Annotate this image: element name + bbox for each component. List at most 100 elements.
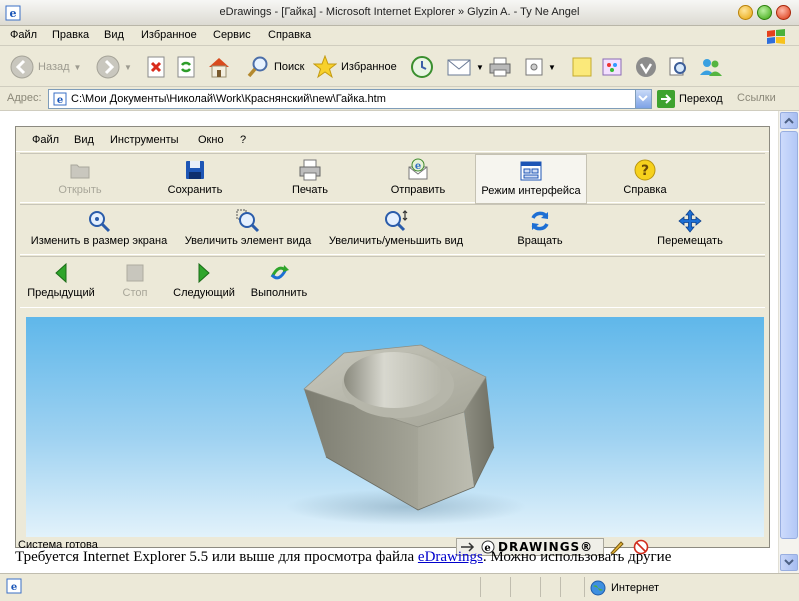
ed-stop-button[interactable]: Стоп [108,257,162,307]
ed-menu-window[interactable]: Окно [198,134,224,146]
maximize-button[interactable] [757,5,772,20]
ed-menu-view[interactable]: Вид [74,134,94,146]
history-button[interactable] [410,53,434,81]
interface-mode-icon [520,161,542,181]
search-button[interactable]: Поиск [246,53,304,81]
ed-open-button[interactable]: Открыть [40,154,120,204]
menu-bar: Файл Правка Вид Избранное Сервис Справка [0,26,799,46]
previous-icon [55,262,67,284]
address-url: C:\Мои Документы\Николай\Work\Краснянски… [71,93,386,105]
address-input[interactable]: e C:\Мои Документы\Николай\Work\Краснянс… [48,89,652,109]
edrawings-menu-bar: Файл Вид Инструменты Окно ? [16,127,769,152]
chevron-down-icon [638,95,648,102]
close-button[interactable] [776,5,791,20]
move-arrows-icon [678,209,702,233]
ed-menu-tools[interactable]: Инструменты [110,134,179,146]
windows-logo-icon [767,29,785,44]
chevron-up-icon [784,117,794,124]
users-icon [700,59,722,76]
menu-help[interactable]: Справка [268,29,311,41]
title-bar: e eDrawings - [Гайка] - Microsoft Intern… [0,0,799,26]
ed-print-button[interactable]: Печать [270,154,350,204]
mail-button[interactable]: ▼ [446,53,484,81]
menu-view[interactable]: Вид [104,29,124,41]
ed-zoom-area-button[interactable]: Увеличить элемент вида [178,205,318,255]
hex-nut-model [286,344,526,525]
address-bar: Адрес: e C:\Мои Документы\Николай\Work\К… [0,87,799,111]
note-icon [572,57,592,77]
ed-menu-file[interactable]: Файл [32,134,59,146]
chevron-down-icon: ▼ [73,62,82,72]
ed-next-button[interactable]: Следующий [170,257,238,307]
svg-text:e: e [11,582,17,593]
home-icon [209,58,229,78]
next-icon [198,262,210,284]
palette-icon [602,58,622,76]
menu-tools[interactable]: Сервис [213,29,251,41]
minimize-button[interactable] [738,5,753,20]
mail-icon [447,59,471,76]
address-label: Адрес: [7,92,42,104]
svg-text:e: e [57,95,63,106]
svg-text:?: ? [641,163,649,179]
home-button[interactable] [207,53,231,81]
edit-button[interactable]: ▼ [524,53,556,81]
page-viewport: Файл Вид Инструменты Окно ? Открыть Сохр… [0,111,799,573]
window-title: eDrawings - [Гайка] - Microsoft Internet… [219,6,580,18]
refresh-button[interactable] [176,53,196,81]
stop-icon [126,264,144,282]
tools-button[interactable] [666,53,690,81]
ed-help-button[interactable]: ? Справка [605,154,685,204]
model-viewport[interactable] [26,317,764,537]
ed-save-button[interactable]: Сохранить [150,154,240,204]
menu-file[interactable]: Файл [10,29,37,41]
research-button[interactable] [634,53,658,81]
ed-menu-help[interactable]: ? [240,134,246,146]
ed-previous-button[interactable]: Предыдущий [24,257,98,307]
play-loop-icon [270,265,289,280]
search-icon [247,56,268,78]
stop-icon [147,56,165,78]
chevron-down-icon: ▼ [476,62,484,72]
ed-interface-mode-button[interactable]: Режим интерфейса [475,154,587,204]
ed-toolbar-animation: Предыдущий Стоп Следующий Выполнить [20,256,765,308]
chevron-down-icon [784,559,794,566]
ed-send-button[interactable]: e Отправить [378,154,458,204]
scroll-down-button[interactable] [780,554,798,571]
menu-favorites[interactable]: Избранное [141,29,197,41]
favorites-button[interactable]: Избранное [313,53,397,81]
edrawings-link[interactable]: eDrawings [418,549,483,565]
back-button[interactable]: Назад ▼ [10,53,81,81]
ed-pan-button[interactable]: Перемещать [640,205,740,255]
ed-zoom-in-out-button[interactable]: Увеличить/уменьшить вид [324,205,468,255]
go-button[interactable]: Переход [657,90,723,108]
zoom-area-icon [236,209,260,233]
stop-button[interactable] [146,53,166,81]
print-button[interactable] [488,53,512,81]
refresh-icon [177,56,195,78]
scroll-up-button[interactable] [780,112,798,129]
zoom-in-out-icon [385,210,408,232]
floppy-disk-icon [186,161,204,179]
scroll-thumb[interactable] [780,131,798,539]
chevron-down-icon: ▼ [124,62,132,72]
magnifier-doc-icon [669,57,686,76]
security-zone: Интернет [590,580,659,596]
forward-button[interactable]: ▼ [96,53,132,81]
page-icon: e [53,92,67,106]
contacts-button[interactable] [698,53,724,81]
printer-icon [299,159,321,181]
address-dropdown-button[interactable] [635,90,651,108]
edrawings-control: Файл Вид Инструменты Окно ? Открыть Сохр… [15,126,770,556]
ed-zoom-fit-button[interactable]: Изменить в размер экрана [24,205,174,255]
status-bar: e Интернет [0,573,799,601]
links-bar[interactable]: Ссылки [737,92,776,104]
menu-edit[interactable]: Правка [52,29,89,41]
ed-rotate-button[interactable]: Вращать [500,205,580,255]
heart-icon [636,57,656,77]
ed-play-button[interactable]: Выполнить [242,257,316,307]
note-button[interactable] [570,53,594,81]
svg-text:e: e [415,161,421,172]
vertical-scrollbar[interactable] [778,111,799,573]
messenger-button[interactable] [600,53,624,81]
